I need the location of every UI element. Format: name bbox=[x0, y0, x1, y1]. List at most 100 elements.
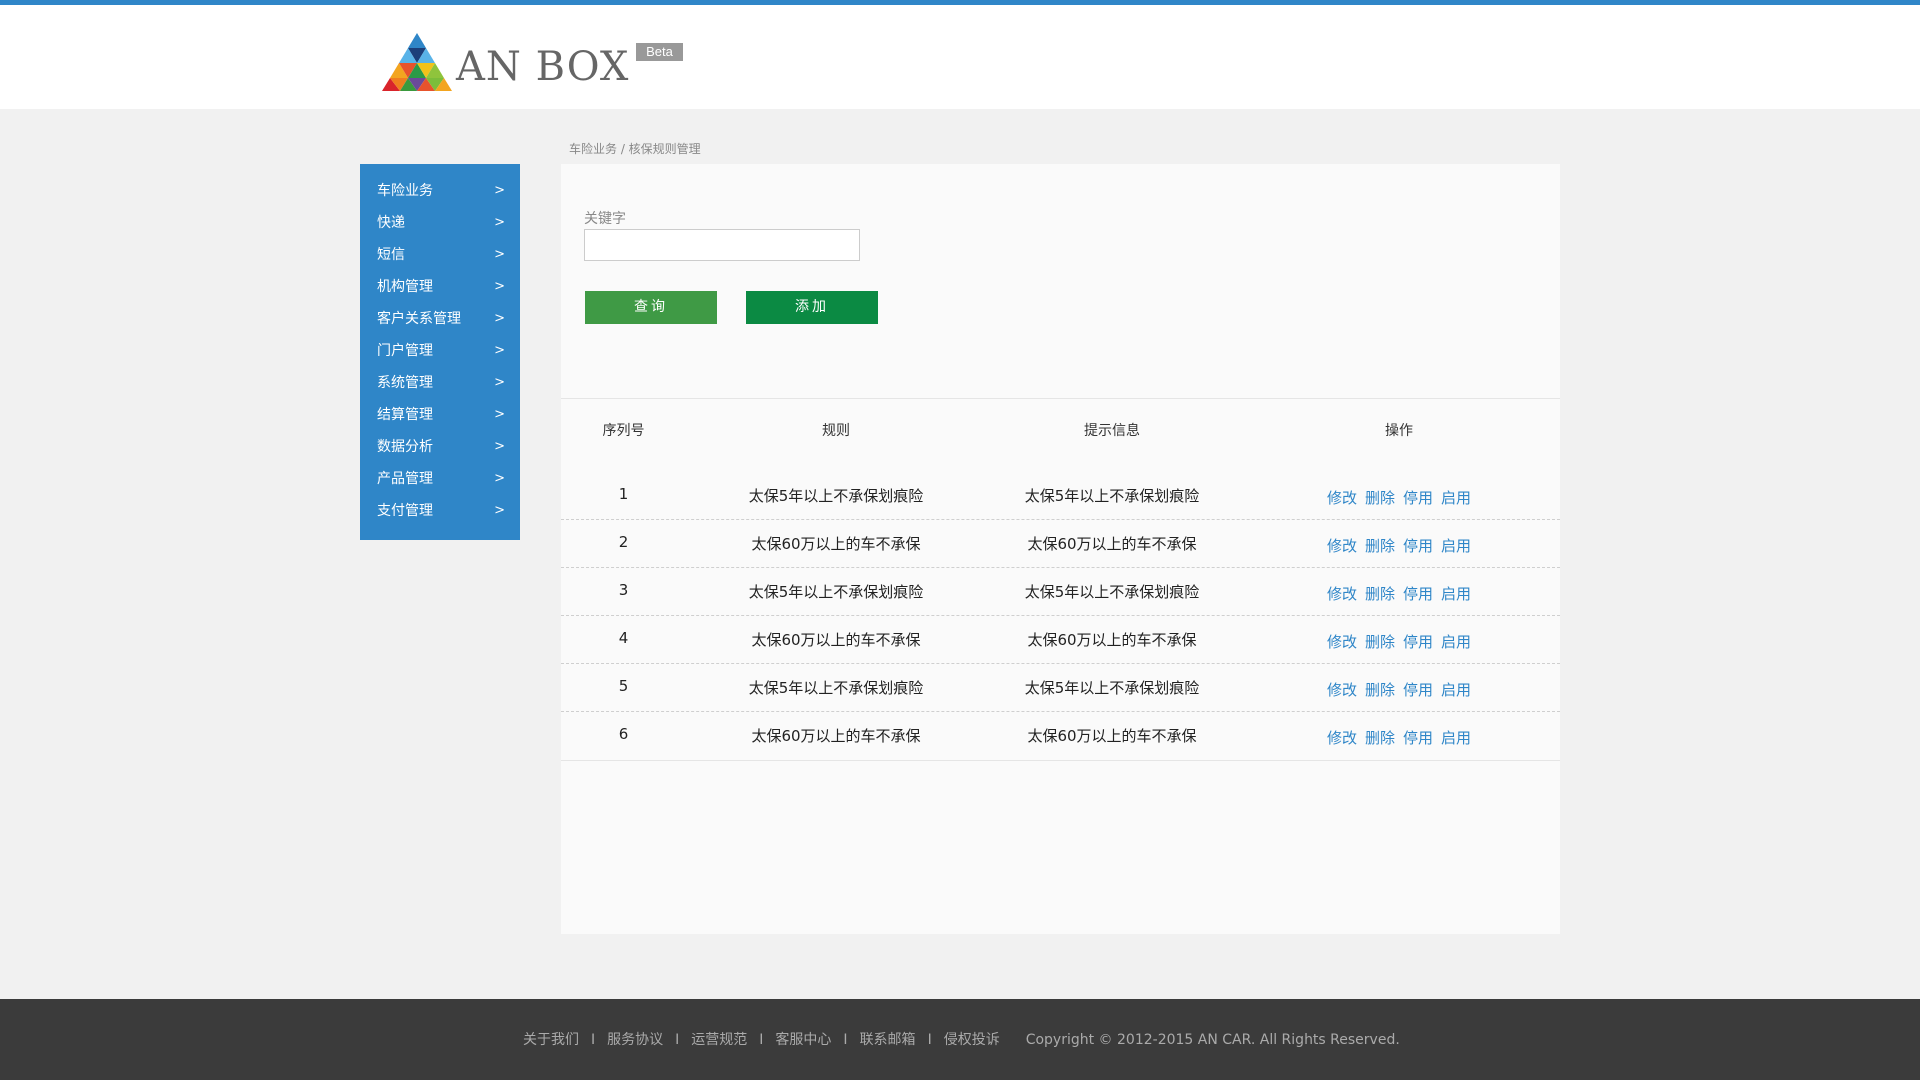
sidebar-item-label: 快递 bbox=[377, 215, 405, 231]
logo-triangles-icon bbox=[382, 33, 452, 91]
disable-link[interactable]: 停用 bbox=[1403, 537, 1433, 555]
row-serial: 5 bbox=[618, 677, 629, 695]
row-rule: 太保60万以上的车不承保 bbox=[751, 727, 921, 745]
brand-name: AN BOX bbox=[456, 44, 630, 90]
table-body: 1 太保5年以上不承保划痕险 太保5年以上不承保划痕险 修改 删除 停用 启用 2 太… bbox=[561, 472, 1560, 760]
sidebar-item-organization[interactable]: 机构管理 > bbox=[360, 271, 520, 303]
keyword-input[interactable] bbox=[584, 229, 860, 261]
sidebar-item-label: 客户关系管理 bbox=[377, 311, 461, 327]
row-actions: 修改 删除 停用 启用 bbox=[1238, 631, 1560, 652]
chevron-right-icon: > bbox=[494, 439, 505, 454]
footer-link-contact-email[interactable]: 联系邮箱 bbox=[860, 1032, 916, 1048]
chevron-right-icon: > bbox=[494, 503, 505, 518]
footer-link-service-agreement[interactable]: 服务协议 bbox=[607, 1032, 663, 1048]
rules-table: 序列号 规则 提示信息 操作 1 太保5年以上不承保划痕险 太保5年以上不承保划… bbox=[561, 420, 1560, 747]
row-tip: 太保60万以上的车不承保 bbox=[1027, 727, 1197, 745]
sidebar-item-portal[interactable]: 门户管理 > bbox=[360, 335, 520, 367]
divider bbox=[561, 760, 1560, 761]
disable-link[interactable]: 停用 bbox=[1403, 585, 1433, 603]
logo[interactable]: AN BOX Beta bbox=[382, 29, 683, 99]
add-button[interactable]: 添加 bbox=[746, 291, 878, 324]
row-rule: 太保5年以上不承保划痕险 bbox=[748, 679, 924, 697]
row-actions: 修改 删除 停用 启用 bbox=[1238, 535, 1560, 556]
sidebar-item-settlement[interactable]: 结算管理 > bbox=[360, 399, 520, 431]
edit-link[interactable]: 修改 bbox=[1327, 729, 1357, 747]
footer-link-infringement[interactable]: 侵权投诉 bbox=[944, 1032, 1000, 1048]
table-row: 6 太保60万以上的车不承保 太保60万以上的车不承保 修改 删除 停用 启用 bbox=[561, 712, 1560, 760]
row-actions: 修改 删除 停用 启用 bbox=[1238, 487, 1560, 508]
query-button[interactable]: 查询 bbox=[585, 291, 717, 324]
footer-link-support-center[interactable]: 客服中心 bbox=[775, 1032, 831, 1048]
footer-links: 关于我们 I 服务协议 I 运营规范 I 客服中心 I 联系邮箱 I 侵权投诉 Copyright ©… bbox=[523, 1029, 1400, 1049]
row-serial: 3 bbox=[618, 581, 629, 599]
enable-link[interactable]: 启用 bbox=[1441, 537, 1471, 555]
disable-link[interactable]: 停用 bbox=[1403, 633, 1433, 651]
disable-link[interactable]: 停用 bbox=[1403, 681, 1433, 699]
row-actions: 修改 删除 停用 启用 bbox=[1238, 583, 1560, 604]
header-actions: 操作 bbox=[1385, 423, 1413, 439]
footer-link-operating-rules[interactable]: 运营规范 bbox=[691, 1032, 747, 1048]
sidebar-item-label: 系统管理 bbox=[377, 375, 433, 391]
chevron-right-icon: > bbox=[494, 215, 505, 230]
sidebar-item-label: 数据分析 bbox=[377, 439, 433, 455]
chevron-right-icon: > bbox=[494, 375, 505, 390]
chevron-right-icon: > bbox=[494, 407, 505, 422]
sidebar-item-label: 门户管理 bbox=[377, 343, 433, 359]
enable-link[interactable]: 启用 bbox=[1441, 489, 1471, 507]
enable-link[interactable]: 启用 bbox=[1441, 633, 1471, 651]
sidebar-item-analytics[interactable]: 数据分析 > bbox=[360, 431, 520, 463]
delete-link[interactable]: 删除 bbox=[1365, 537, 1395, 555]
edit-link[interactable]: 修改 bbox=[1327, 585, 1357, 603]
sidebar-item-label: 短信 bbox=[377, 247, 405, 263]
footer-separator: I bbox=[843, 1032, 848, 1048]
table-row: 2 太保60万以上的车不承保 太保60万以上的车不承保 修改 删除 停用 启用 bbox=[561, 520, 1560, 568]
disable-link[interactable]: 停用 bbox=[1403, 489, 1433, 507]
table-row: 3 太保5年以上不承保划痕险 太保5年以上不承保划痕险 修改 删除 停用 启用 bbox=[561, 568, 1560, 616]
footer: 关于我们 I 服务协议 I 运营规范 I 客服中心 I 联系邮箱 I 侵权投诉 Copyright ©… bbox=[0, 999, 1920, 1080]
sidebar-item-system[interactable]: 系统管理 > bbox=[360, 367, 520, 399]
row-tip: 太保5年以上不承保划痕险 bbox=[1024, 487, 1200, 505]
footer-link-about[interactable]: 关于我们 bbox=[523, 1032, 579, 1048]
row-serial: 6 bbox=[618, 725, 629, 743]
chevron-right-icon: > bbox=[494, 311, 505, 326]
chevron-right-icon: > bbox=[494, 471, 505, 486]
table-row: 5 太保5年以上不承保划痕险 太保5年以上不承保划痕险 修改 删除 停用 启用 bbox=[561, 664, 1560, 712]
main-content: 关键字 查询 添加 序列号 规则 提示信息 操作 1 太保5年以上不承保划痕险 … bbox=[561, 164, 1560, 934]
edit-link[interactable]: 修改 bbox=[1327, 537, 1357, 555]
row-tip: 太保60万以上的车不承保 bbox=[1027, 535, 1197, 553]
row-serial: 2 bbox=[618, 533, 629, 551]
sidebar-item-sms[interactable]: 短信 > bbox=[360, 239, 520, 271]
disable-link[interactable]: 停用 bbox=[1403, 729, 1433, 747]
row-serial: 1 bbox=[618, 485, 629, 503]
row-tip: 太保5年以上不承保划痕险 bbox=[1024, 583, 1200, 601]
sidebar-item-car-insurance[interactable]: 车险业务 > bbox=[360, 175, 520, 207]
header-serial: 序列号 bbox=[602, 423, 645, 439]
sidebar-item-product[interactable]: 产品管理 > bbox=[360, 463, 520, 495]
table-row: 1 太保5年以上不承保划痕险 太保5年以上不承保划痕险 修改 删除 停用 启用 bbox=[561, 472, 1560, 520]
delete-link[interactable]: 删除 bbox=[1365, 585, 1395, 603]
edit-link[interactable]: 修改 bbox=[1327, 633, 1357, 651]
chevron-right-icon: > bbox=[494, 183, 505, 198]
table-header: 序列号 规则 提示信息 操作 bbox=[561, 420, 1560, 450]
row-tip: 太保60万以上的车不承保 bbox=[1027, 631, 1197, 649]
sidebar-item-label: 结算管理 bbox=[377, 407, 433, 423]
sidebar-item-express[interactable]: 快递 > bbox=[360, 207, 520, 239]
delete-link[interactable]: 删除 bbox=[1365, 681, 1395, 699]
delete-link[interactable]: 删除 bbox=[1365, 489, 1395, 507]
footer-separator: I bbox=[675, 1032, 680, 1048]
delete-link[interactable]: 删除 bbox=[1365, 633, 1395, 651]
sidebar-item-crm[interactable]: 客户关系管理 > bbox=[360, 303, 520, 335]
sidebar-item-payment[interactable]: 支付管理 > bbox=[360, 495, 520, 527]
chevron-right-icon: > bbox=[494, 279, 505, 294]
edit-link[interactable]: 修改 bbox=[1327, 489, 1357, 507]
header-rule: 规则 bbox=[822, 423, 850, 439]
edit-link[interactable]: 修改 bbox=[1327, 681, 1357, 699]
enable-link[interactable]: 启用 bbox=[1441, 585, 1471, 603]
row-actions: 修改 删除 停用 启用 bbox=[1238, 727, 1560, 748]
enable-link[interactable]: 启用 bbox=[1441, 729, 1471, 747]
enable-link[interactable]: 启用 bbox=[1441, 681, 1471, 699]
chevron-right-icon: > bbox=[494, 343, 505, 358]
sidebar-item-label: 车险业务 bbox=[377, 183, 433, 199]
delete-link[interactable]: 删除 bbox=[1365, 729, 1395, 747]
header-tip: 提示信息 bbox=[1084, 423, 1140, 439]
